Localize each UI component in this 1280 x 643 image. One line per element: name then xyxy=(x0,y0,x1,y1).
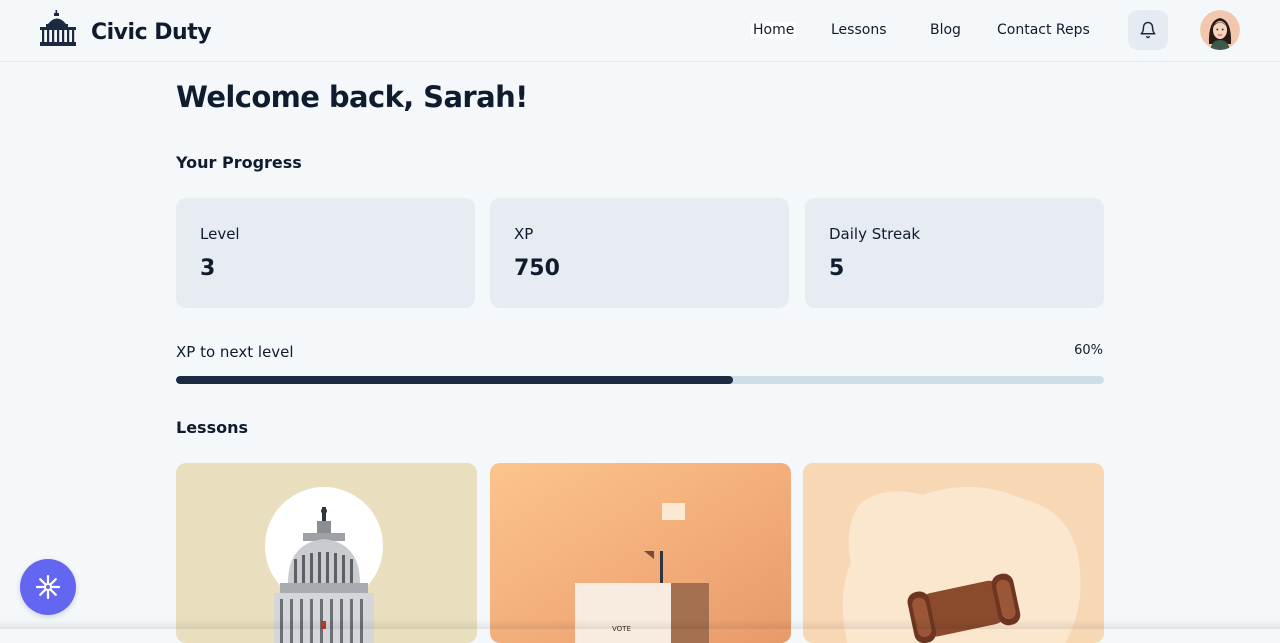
capitol-dome-image xyxy=(176,463,477,643)
progress-section-title: Your Progress xyxy=(176,153,302,172)
ballot-box-image: VOTE xyxy=(490,463,791,643)
sparkle-icon xyxy=(35,574,61,600)
stat-label: Level xyxy=(200,225,240,243)
nav-lessons[interactable]: Lessons xyxy=(831,22,887,38)
lesson-card-voting[interactable]: VOTE xyxy=(490,463,791,643)
xp-progress-fill xyxy=(176,376,733,384)
nav-home[interactable]: Home xyxy=(751,22,797,38)
nav-contact-reps[interactable]: Contact Reps xyxy=(997,22,1090,38)
bottom-shadow xyxy=(0,619,1280,629)
stat-value: 750 xyxy=(514,256,560,281)
xp-progress-label: XP to next level xyxy=(176,343,294,361)
top-header: Civic Duty Home Lessons Blog Contact Rep… xyxy=(0,0,1280,62)
notifications-button[interactable] xyxy=(1128,10,1168,50)
daily-streak-card: Daily Streak 5 xyxy=(805,198,1104,308)
stat-value: 3 xyxy=(200,256,216,281)
lessons-section-title: Lessons xyxy=(176,418,248,437)
nav-blog[interactable]: Blog xyxy=(930,22,961,38)
user-avatar[interactable] xyxy=(1200,10,1240,50)
gavel-image xyxy=(803,463,1104,643)
assistant-button[interactable] xyxy=(20,559,76,615)
bell-icon xyxy=(1140,21,1156,39)
brand-name[interactable]: Civic Duty xyxy=(91,20,212,45)
welcome-heading: Welcome back, Sarah! xyxy=(176,80,528,114)
stat-label: Daily Streak xyxy=(829,225,921,243)
xp-progress-bar xyxy=(176,376,1104,384)
stat-value: 5 xyxy=(829,256,845,281)
xp-card: XP 750 xyxy=(490,198,789,308)
capitol-building-icon[interactable] xyxy=(40,10,76,46)
lesson-card-judiciary[interactable] xyxy=(803,463,1104,643)
lesson-card-capitol[interactable] xyxy=(176,463,477,643)
xp-progress-percent: 60% xyxy=(1074,343,1103,358)
stat-label: XP xyxy=(514,225,534,243)
level-card: Level 3 xyxy=(176,198,475,308)
